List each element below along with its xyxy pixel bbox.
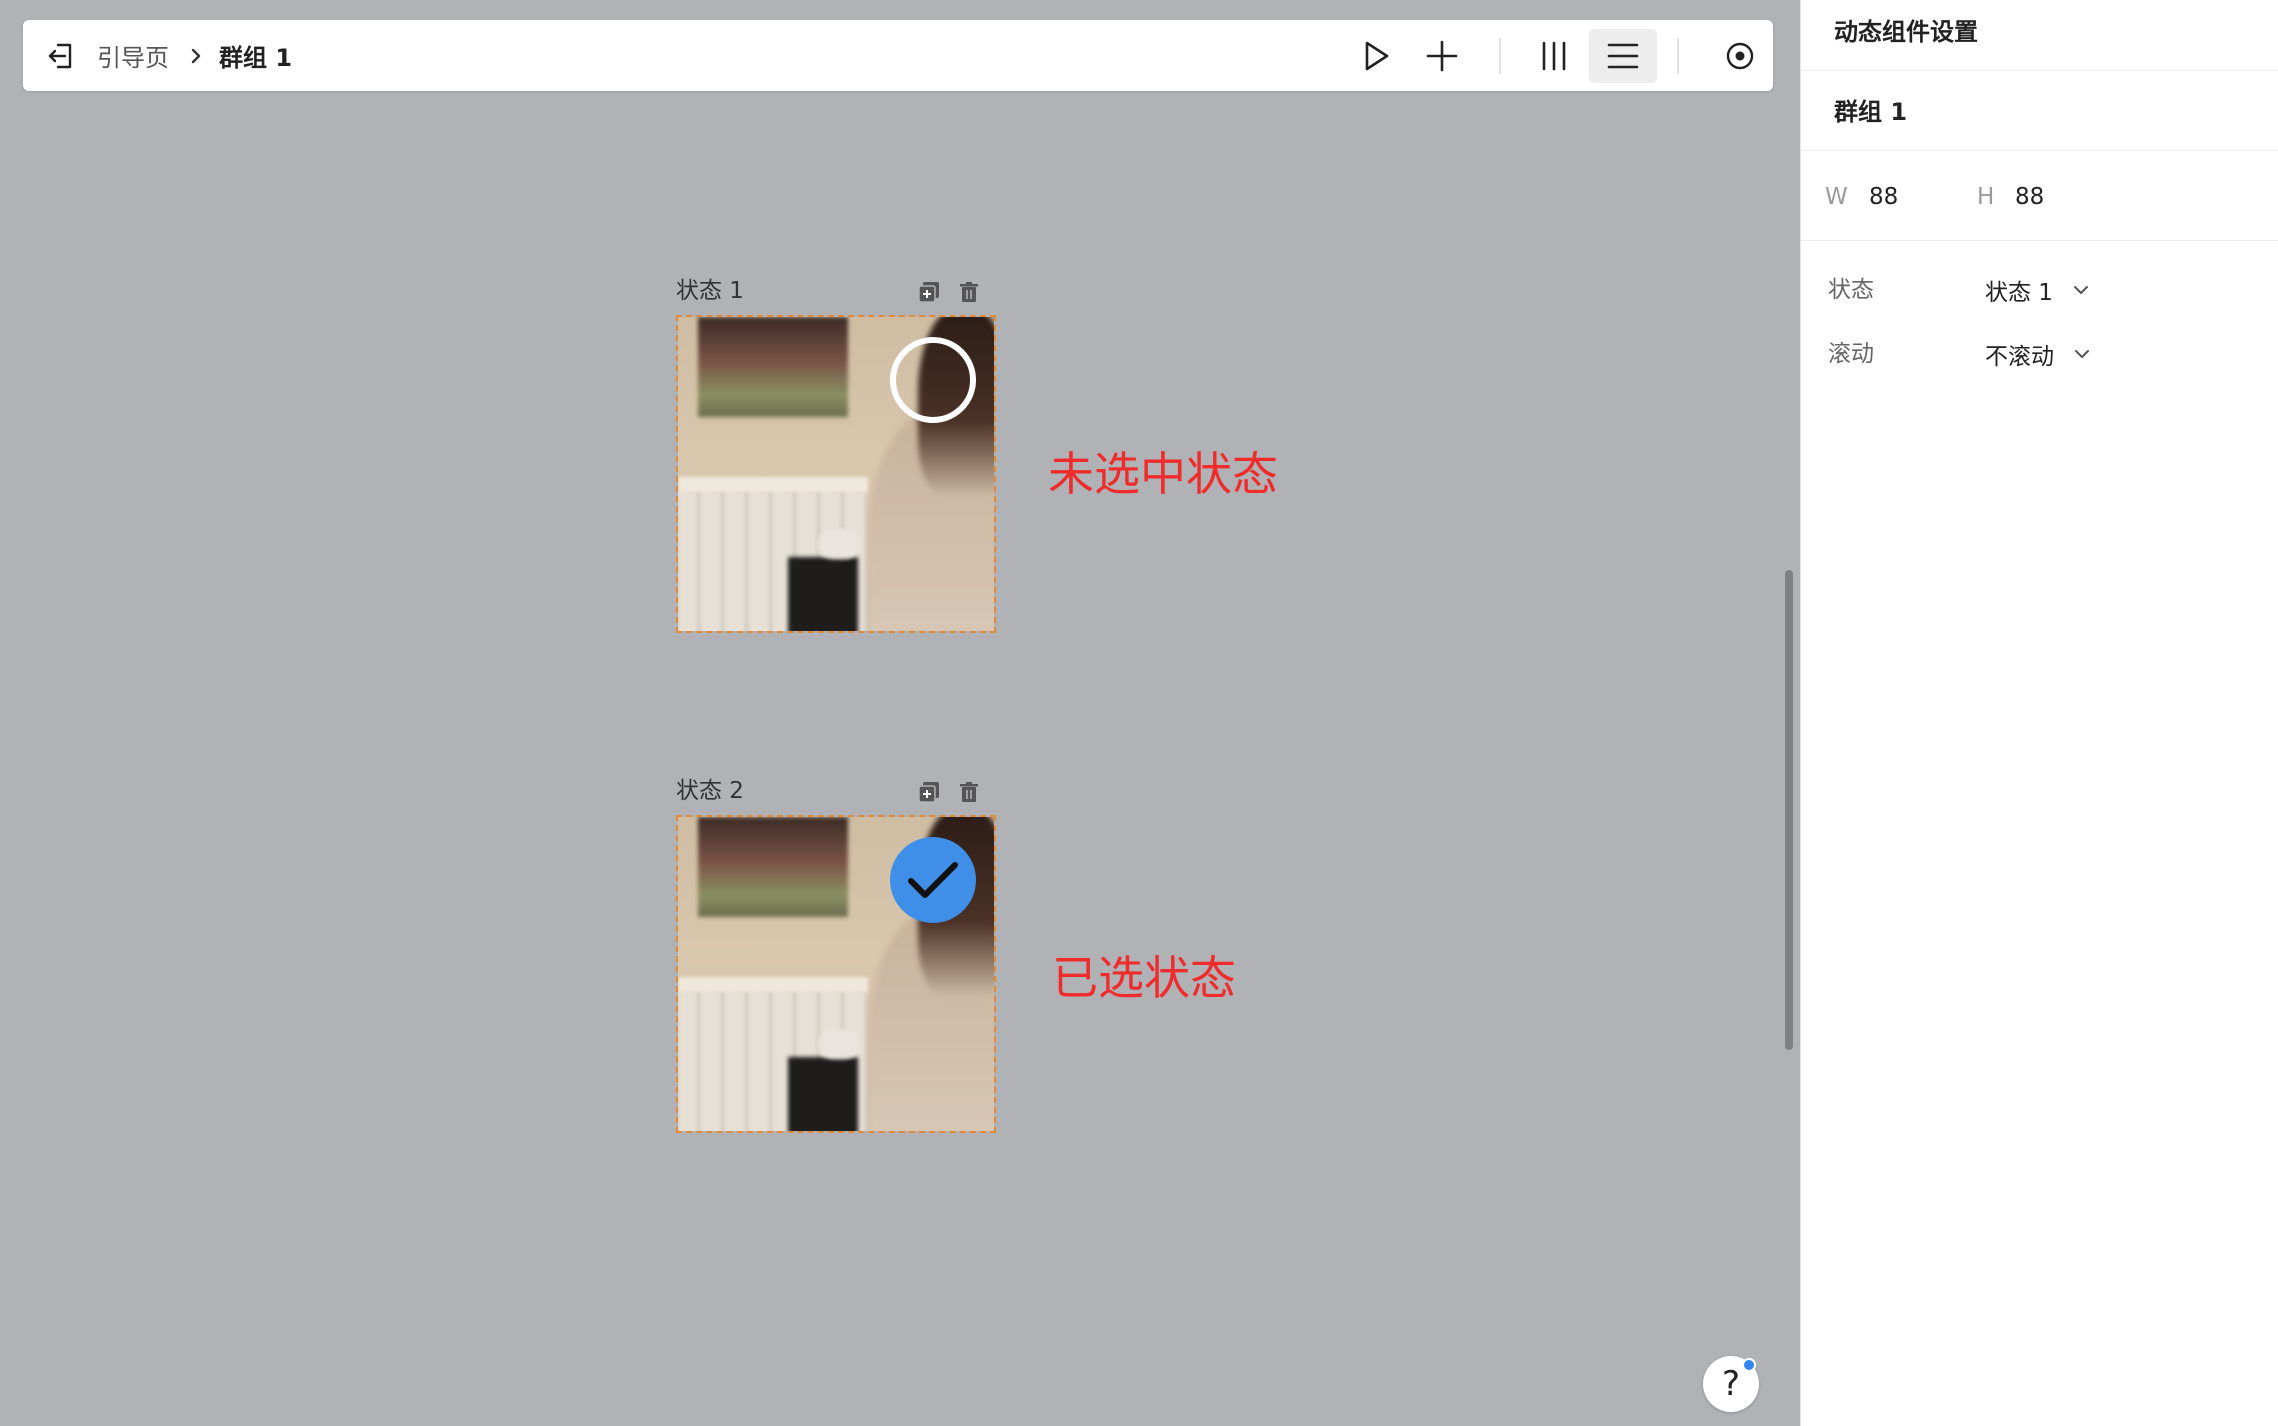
design-canvas[interactable]: 引导页 群组 1 状态 1 未选中状态 状态 2 已选状态 ?	[0, 0, 1800, 1426]
exit-button[interactable]	[41, 36, 81, 76]
toolbar-divider	[1499, 38, 1501, 74]
annotation-selected: 已选状态	[1052, 951, 1236, 1005]
unchecked-circle-icon	[890, 337, 976, 423]
play-icon	[1365, 41, 1389, 71]
exit-icon	[48, 43, 72, 69]
canvas-scrollbar[interactable]	[1785, 570, 1793, 1050]
target-icon	[1726, 42, 1754, 70]
width-value[interactable]: 88	[1869, 180, 1898, 214]
toolbar-divider	[1677, 38, 1679, 74]
chevron-down-icon	[2075, 350, 2089, 358]
delete-state-button[interactable]	[956, 779, 982, 805]
state-1-frame[interactable]	[676, 315, 996, 633]
plus-icon	[1426, 40, 1458, 72]
panel-title: 动态组件设置	[1834, 18, 1978, 46]
group-name: 群组 1	[1834, 98, 1908, 126]
trash-icon	[960, 782, 978, 802]
height-label: H	[1977, 184, 1995, 210]
breadcrumb-home[interactable]: 引导页	[97, 20, 169, 91]
breadcrumb-current: 群组 1	[219, 44, 293, 72]
chevron-right-icon	[183, 20, 209, 91]
trash-icon	[960, 282, 978, 302]
notification-dot	[1742, 1358, 1756, 1372]
state-label: 状态 2	[676, 778, 744, 804]
state-label: 状态 1	[676, 278, 744, 304]
height-value[interactable]: 88	[2015, 180, 2044, 214]
duplicate-icon	[918, 282, 939, 303]
duplicate-state-button[interactable]	[916, 279, 942, 305]
chevron-down-icon	[2073, 286, 2088, 294]
top-toolbar: 引导页 群组 1	[23, 20, 1773, 91]
column-layout-button[interactable]	[1531, 34, 1577, 78]
checkmark-icon	[908, 862, 958, 898]
menu-icon	[1607, 43, 1639, 69]
state-header: 状态 1	[676, 275, 996, 315]
state-1: 状态 1	[676, 275, 996, 633]
panel-divider	[1801, 150, 2278, 151]
panel-divider	[1801, 70, 2278, 71]
annotation-unselected: 未选中状态	[1048, 447, 1278, 501]
state-prop-label: 状态	[1828, 277, 1874, 303]
duplicate-icon	[918, 782, 939, 803]
preview-button[interactable]	[1353, 34, 1399, 78]
focus-button[interactable]	[1717, 34, 1763, 78]
scroll-select[interactable]: 不滚动	[1985, 337, 2090, 371]
state-select-value: 状态 1	[1985, 280, 2053, 306]
delete-state-button[interactable]	[956, 279, 982, 305]
width-label: W	[1825, 184, 1848, 210]
row-layout-button[interactable]	[1589, 29, 1657, 83]
columns-icon	[1542, 41, 1566, 71]
duplicate-state-button[interactable]	[916, 779, 942, 805]
panel-divider	[1801, 240, 2278, 241]
state-header: 状态 2	[676, 775, 996, 815]
scroll-select-value: 不滚动	[1985, 344, 2054, 370]
state-select[interactable]: 状态 1	[1985, 273, 2089, 307]
properties-panel: 动态组件设置 群组 1 W 88 H 88 状态 状态 1 滚动 不滚动	[1800, 0, 2278, 1426]
scroll-prop-label: 滚动	[1828, 341, 1874, 367]
state-2: 状态 2	[676, 775, 996, 1133]
state-2-frame[interactable]	[676, 815, 996, 1133]
add-button[interactable]	[1419, 34, 1465, 78]
checked-circle	[890, 837, 976, 923]
